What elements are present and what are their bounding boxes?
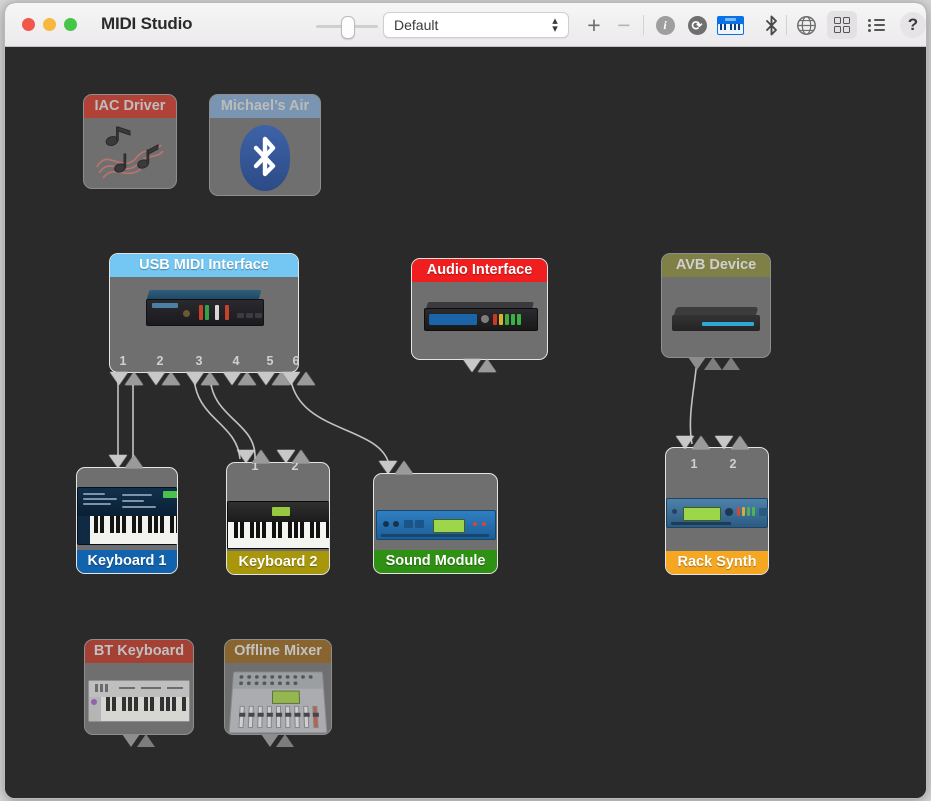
device-michaels-air[interactable]: Michael’s Air <box>209 94 321 196</box>
toolbar-divider-2 <box>786 15 787 35</box>
device-avb-device[interactable]: AVB Device <box>661 253 771 358</box>
port-number: 3 <box>189 354 209 368</box>
music-notes-icon <box>93 123 167 185</box>
device-keyboard-1[interactable]: Keyboard 1 <box>76 467 178 574</box>
port-in-triangle-kb2-2[interactable] <box>292 450 310 463</box>
port-in-triangle-avb-2[interactable] <box>722 357 740 370</box>
midi-studio-window: MIDI Studio Default ▴▾ + − i ⟳ <box>4 2 927 799</box>
port-number: 6 <box>286 354 306 368</box>
port-in-triangle-3[interactable] <box>201 372 219 385</box>
device-label: USB MIDI Interface <box>110 254 298 277</box>
device-keyboard-2[interactable]: Keyboard 2 <box>226 462 330 575</box>
refresh-icon: ⟳ <box>688 16 707 35</box>
port-in-triangle-mixer[interactable] <box>276 734 294 747</box>
port-in-triangle-kb2-1[interactable] <box>252 450 270 463</box>
port-in-triangle-4[interactable] <box>238 372 256 385</box>
bluetooth-oval <box>240 125 290 191</box>
zoom-slider-knob[interactable] <box>341 16 355 39</box>
port-number: 1 <box>684 457 704 471</box>
port-number: 1 <box>113 354 133 368</box>
list-view-button[interactable] <box>863 13 889 37</box>
device-icon-keyboard-2 <box>227 497 329 553</box>
device-audio-interface[interactable]: Audio Interface <box>411 258 548 360</box>
port-in-triangle-6[interactable] <box>297 372 315 385</box>
device-offline-mixer[interactable]: Offline Mixer <box>224 639 332 735</box>
plus-icon: + <box>587 12 600 39</box>
port-number: 4 <box>226 354 246 368</box>
device-label: Rack Synth <box>666 551 768 574</box>
keyboard-icon <box>717 16 744 35</box>
device-label: Offline Mixer <box>225 640 331 663</box>
port-number: 5 <box>260 354 280 368</box>
port-in-triangle-1[interactable] <box>125 372 143 385</box>
minimize-window-button[interactable] <box>43 18 56 31</box>
port-in-triangle-btkb[interactable] <box>137 734 155 747</box>
port-in-triangle-audio[interactable] <box>478 359 496 372</box>
device-label: Audio Interface <box>412 259 547 282</box>
device-label: Michael’s Air <box>210 95 320 118</box>
port-in-triangle-avb-1[interactable] <box>704 357 722 370</box>
icon-view-button[interactable] <box>827 11 857 39</box>
configuration-value: Default <box>394 17 438 33</box>
network-button[interactable] <box>795 13 817 37</box>
maximize-window-button[interactable] <box>64 18 77 31</box>
device-label: AVB Device <box>662 254 770 277</box>
window-titlebar: MIDI Studio Default ▴▾ + − i ⟳ <box>5 3 926 47</box>
bluetooth-icon <box>252 136 278 180</box>
page-title: MIDI Studio <box>101 14 192 34</box>
device-iac-driver[interactable]: IAC Driver <box>83 94 177 189</box>
bluetooth-button[interactable] <box>760 13 782 37</box>
port-in-triangle-2[interactable] <box>162 372 180 385</box>
device-rack-synth[interactable]: Rack Synth <box>665 447 769 575</box>
toolbar-divider <box>643 15 644 35</box>
add-device-button[interactable]: + <box>583 13 605 37</box>
chevron-updown-icon: ▴▾ <box>550 17 560 33</box>
device-icon-bluetooth <box>210 118 320 196</box>
cable-usb3out-kb2in <box>194 374 240 459</box>
question-mark-icon: ? <box>908 15 918 35</box>
remove-device-button[interactable]: − <box>613 13 635 37</box>
minus-icon: − <box>617 12 630 39</box>
device-icon-rack-synth <box>666 488 768 538</box>
configuration-select[interactable]: Default ▴▾ <box>383 12 569 38</box>
device-label: Sound Module <box>374 550 497 573</box>
device-label: BT Keyboard <box>85 640 193 663</box>
port-in-triangle-sm[interactable] <box>395 461 413 474</box>
cable-kb2out-usb3in <box>210 374 255 459</box>
device-icon-sound-module <box>374 502 497 548</box>
device-icon-bt-keyboard <box>85 666 193 735</box>
test-setup-button[interactable] <box>716 13 744 37</box>
bluetooth-icon <box>765 15 778 36</box>
device-label: IAC Driver <box>84 95 176 118</box>
close-window-button[interactable] <box>22 18 35 31</box>
device-icon-motu <box>110 284 298 332</box>
rescan-midi-button[interactable]: ⟳ <box>686 13 708 37</box>
port-number: 2 <box>723 457 743 471</box>
globe-icon <box>796 15 817 36</box>
cable-avbout-rackin <box>690 359 697 444</box>
info-icon: i <box>656 16 675 35</box>
device-icon-mixer <box>225 665 331 735</box>
port-in-triangle-rs-1[interactable] <box>692 436 710 449</box>
port-in-triangle-kb1[interactable] <box>125 455 143 468</box>
device-label: Keyboard 1 <box>77 550 177 573</box>
device-icon-audio-interface <box>412 287 547 347</box>
device-info-button[interactable]: i <box>654 13 676 37</box>
help-button[interactable]: ? <box>900 12 926 38</box>
device-sound-module[interactable]: Sound Module <box>373 473 498 574</box>
zoom-slider[interactable] <box>316 17 378 35</box>
device-icon-keyboard-1 <box>77 480 177 552</box>
cable-usb6out-smin <box>290 374 388 461</box>
device-bt-keyboard[interactable]: BT Keyboard <box>84 639 194 735</box>
grid-icon <box>834 17 850 33</box>
device-icon-avb <box>662 280 770 358</box>
port-number: 2 <box>150 354 170 368</box>
device-icon-iac <box>84 118 176 189</box>
list-icon <box>868 16 885 34</box>
device-label: Keyboard 2 <box>227 551 329 574</box>
port-in-triangle-rs-2[interactable] <box>731 436 749 449</box>
midi-studio-canvas[interactable]: IAC Driver <box>5 47 926 798</box>
